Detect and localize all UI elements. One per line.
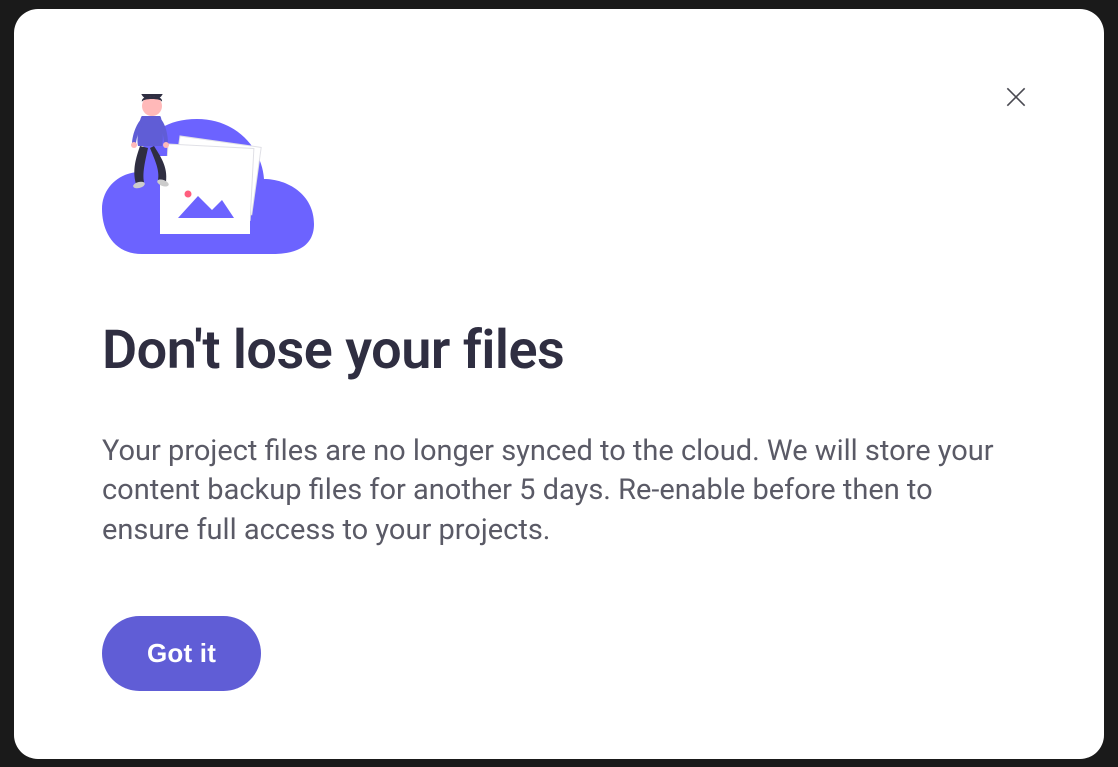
got-it-button[interactable]: Got it: [102, 616, 261, 691]
sync-warning-modal: Don't lose your files Your project files…: [14, 9, 1104, 759]
modal-body-text: Your project files are no longer synced …: [102, 432, 1016, 551]
cloud-files-illustration: [102, 94, 314, 269]
close-icon: [1003, 84, 1029, 110]
close-button[interactable]: [1000, 81, 1032, 113]
modal-heading: Don't lose your files: [102, 319, 1016, 382]
